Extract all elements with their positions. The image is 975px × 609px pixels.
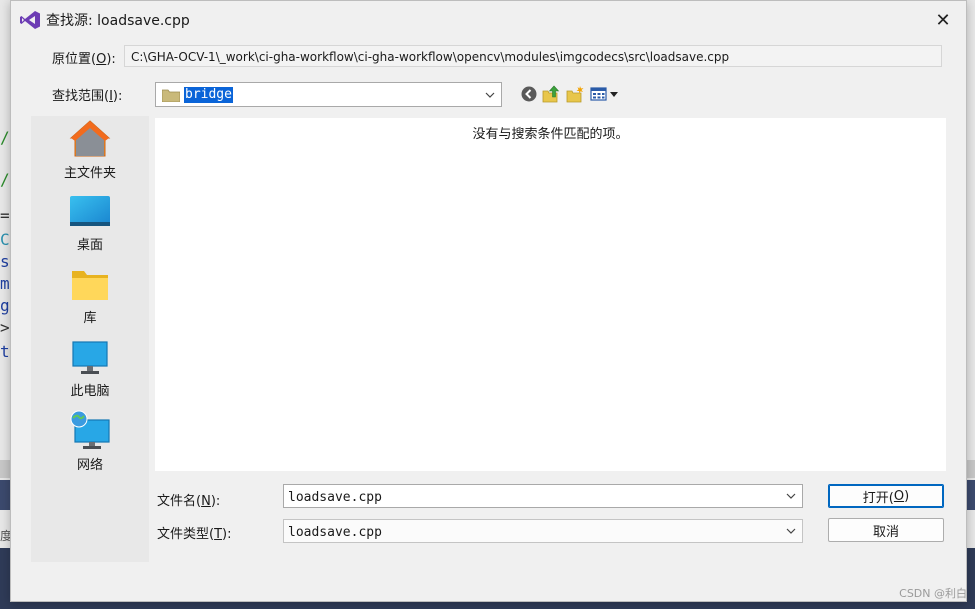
- place-label: 主文件夹: [63, 166, 116, 181]
- close-icon: ✕: [935, 9, 951, 31]
- computer-icon: [72, 341, 108, 374]
- up-folder-icon[interactable]: [542, 85, 560, 103]
- label-text: 原位置(: [52, 52, 97, 67]
- library-folder-icon: [72, 271, 108, 300]
- place-label: 此电脑: [70, 384, 110, 399]
- label-suffix: ):: [210, 494, 221, 509]
- background-code-char: g: [0, 296, 10, 315]
- original-location-path: C:\GHA-OCV-1\_work\ci-gha-workflow\ci-gh…: [124, 45, 942, 67]
- label-suffix: ):: [112, 89, 123, 104]
- new-folder-icon[interactable]: [566, 85, 584, 103]
- label-text: 文件名(: [157, 494, 202, 509]
- place-this-pc[interactable]: 此电脑: [31, 340, 149, 399]
- watermark: CSDN @利白: [899, 587, 967, 600]
- background-code-char: C: [0, 230, 10, 249]
- title-bar: 查找源: loadsave.cpp ✕: [11, 1, 966, 39]
- cancel-button[interactable]: 取消: [828, 518, 944, 542]
- chevron-down-icon[interactable]: [786, 491, 796, 501]
- folder-icon: [162, 89, 180, 102]
- file-type-dropdown[interactable]: loadsave.cpp: [283, 519, 803, 543]
- file-name-value: loadsave.cpp: [288, 490, 382, 505]
- place-label: 桌面: [76, 238, 103, 253]
- chevron-down-icon: [786, 528, 796, 534]
- background-code-char: /: [0, 128, 10, 147]
- back-icon[interactable]: [520, 85, 538, 103]
- place-label: 库: [83, 311, 97, 326]
- background-code-char: =: [0, 206, 10, 225]
- background-code-char: >: [0, 318, 10, 337]
- place-home[interactable]: 主文件夹: [31, 118, 149, 181]
- look-in-dropdown[interactable]: bridge: [155, 82, 502, 107]
- background-code-char: /: [0, 170, 10, 189]
- network-icon: [70, 410, 110, 449]
- places-bar: 主文件夹 桌面 库 此电脑 网络: [31, 116, 149, 562]
- button-text: 取消: [872, 524, 899, 540]
- access-key: O: [893, 488, 905, 504]
- access-key: T: [214, 527, 223, 542]
- home-icon: [69, 120, 111, 157]
- access-key: N: [201, 494, 211, 509]
- label-suffix: ):: [106, 52, 116, 67]
- window-title: 查找源: loadsave.cpp: [46, 13, 190, 29]
- label-text: 文件类型(: [157, 527, 215, 542]
- button-text: 打开(: [862, 490, 894, 506]
- button-suffix: ): [904, 488, 910, 504]
- place-desktop[interactable]: 桌面: [31, 194, 149, 253]
- empty-message: 没有与搜索条件匹配的项。: [472, 127, 629, 142]
- view-menu-icon[interactable]: [590, 85, 620, 103]
- visual-studio-logo-icon: [20, 11, 40, 29]
- place-label: 网络: [76, 458, 103, 473]
- file-name-input[interactable]: loadsave.cpp: [283, 484, 803, 508]
- file-type-label: 文件类型(T):: [157, 523, 231, 542]
- label-text: 查找范围(: [52, 89, 110, 104]
- close-button[interactable]: ✕: [926, 5, 960, 35]
- place-network[interactable]: 网络: [31, 410, 149, 473]
- desktop-icon: [70, 196, 110, 226]
- look-in-value: bridge: [184, 87, 233, 103]
- open-button[interactable]: 打开(O): [828, 484, 944, 508]
- background-code-char: s: [0, 252, 10, 271]
- file-type-value: loadsave.cpp: [288, 525, 382, 540]
- background-code-char: t: [0, 342, 10, 361]
- original-location-label: 原位置(O):: [52, 48, 116, 67]
- label-suffix: ):: [222, 527, 232, 542]
- background-code-char: m: [0, 274, 10, 293]
- file-name-label: 文件名(N):: [157, 490, 220, 509]
- place-library[interactable]: 库: [31, 267, 149, 326]
- chevron-down-icon: [485, 92, 495, 98]
- access-key: O: [96, 52, 107, 67]
- find-source-dialog: 查找源: loadsave.cpp ✕ 原位置(O): C:\GHA-OCV-1…: [10, 0, 967, 602]
- look-in-label: 查找范围(I):: [52, 85, 122, 104]
- file-list[interactable]: 没有与搜索条件匹配的项。: [155, 118, 946, 471]
